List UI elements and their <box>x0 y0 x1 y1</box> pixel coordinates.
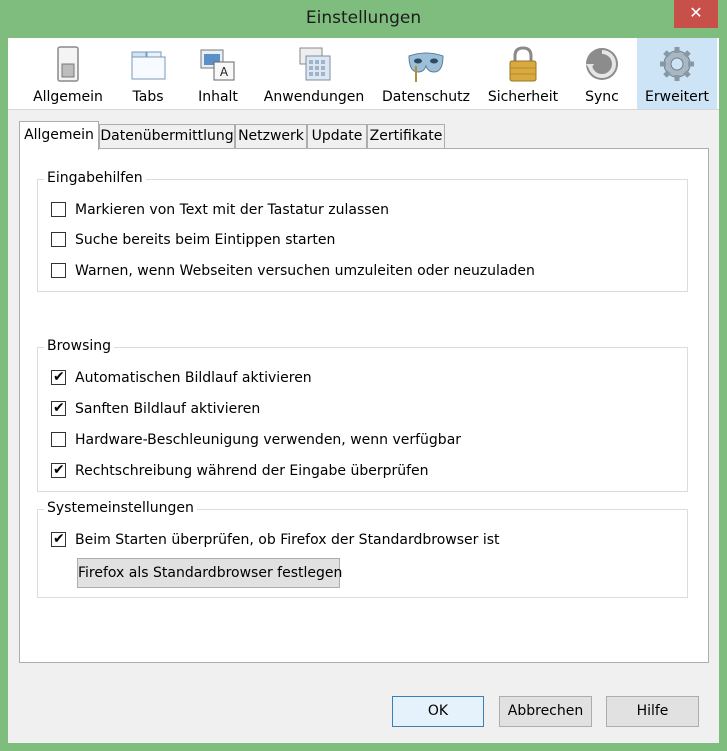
group-caption: Eingabehilfen <box>44 170 146 186</box>
checkbox-box[interactable] <box>51 202 66 217</box>
check-mark: ✔ <box>53 400 65 416</box>
gear-icon <box>660 47 694 81</box>
checkbox-label: Beim Starten überprüfen, ob Firefox der … <box>75 532 500 548</box>
checkbox-label: Sanften Bildlauf aktivieren <box>75 401 261 417</box>
toolbar-label: Tabs <box>132 89 164 105</box>
checkbox-box[interactable] <box>51 232 66 247</box>
close-button[interactable]: ✕ <box>674 0 718 28</box>
checkbox-label: Suche bereits beim Eintippen starten <box>75 232 336 248</box>
sync-icon <box>586 48 618 80</box>
toolbar-item-applications[interactable]: Anwendungen <box>258 38 370 109</box>
tab-network[interactable]: Netzwerk <box>235 124 307 149</box>
checkbox-box[interactable]: ✔ <box>51 400 66 416</box>
toolbar-item-privacy[interactable]: Datenschutz <box>378 38 474 109</box>
checkbox-box[interactable] <box>51 432 66 447</box>
checkbox-label: Markieren von Text mit der Tastatur zula… <box>75 202 390 218</box>
check-mark: ✔ <box>53 531 65 547</box>
group-system-defaults: Systemeinstellungen ✔ Beim Starten überp… <box>37 500 688 598</box>
toolbar-label: Allgemein <box>33 89 103 105</box>
help-button[interactable]: Hilfe <box>606 696 699 727</box>
checkbox-label: Hardware-Beschleunigung verwenden, wenn … <box>75 432 462 448</box>
toolbar-label: Inhalt <box>198 89 238 105</box>
checkbox-label: Warnen, wenn Webseiten versuchen umzulei… <box>75 263 535 279</box>
mask-icon <box>408 52 444 82</box>
window-title: Einstellungen <box>305 8 422 28</box>
tab-certificates[interactable]: Zertifikate <box>367 124 445 149</box>
checkbox-box[interactable]: ✔ <box>51 369 66 385</box>
title-bar[interactable]: Einstellungen ✕ <box>0 0 727 38</box>
dialog-client-area: Allgemein Tabs A Inhalt Anwendungen Date… <box>8 38 719 743</box>
toolbar-label: Anwendungen <box>263 89 365 105</box>
toolbar-label: Datenschutz <box>382 89 470 105</box>
toolbar-item-advanced[interactable]: Erweitert <box>637 38 717 109</box>
switch-icon <box>57 46 79 82</box>
content-icon: A <box>200 49 235 81</box>
group-accessibility: Eingabehilfen Markieren von Text mit der… <box>37 170 688 292</box>
preferences-window: Einstellungen ✕ Allgemein Tabs A Inhalt … <box>0 0 727 751</box>
tab-data-choices[interactable]: Datenübermittlung <box>99 124 235 149</box>
group-browsing: Browsing ✔ Automatischen Bildlauf aktivi… <box>37 338 688 492</box>
checkbox-box[interactable]: ✔ <box>51 462 66 478</box>
toolbar-label: Sync <box>585 89 619 105</box>
cancel-button[interactable]: Abbrechen <box>499 696 592 727</box>
svg-text:A: A <box>220 65 229 79</box>
check-mark: ✔ <box>53 369 65 385</box>
toolbar-item-content[interactable]: A Inhalt <box>188 38 248 109</box>
toolbar-item-security[interactable]: Sicherheit <box>478 38 568 109</box>
checkbox-box[interactable] <box>51 263 66 278</box>
group-caption: Browsing <box>44 338 115 354</box>
tab-general[interactable]: Allgemein <box>19 121 99 150</box>
check-mark: ✔ <box>53 462 65 478</box>
checkbox-label: Automatischen Bildlauf aktivieren <box>75 370 312 386</box>
tab-panel-general: Eingabehilfen Markieren von Text mit der… <box>19 148 709 663</box>
toolbar-item-general[interactable]: Allgemein <box>20 38 116 109</box>
padlock-icon <box>509 46 537 82</box>
tab-update[interactable]: Update <box>307 124 367 149</box>
category-toolbar: Allgemein Tabs A Inhalt Anwendungen Date… <box>8 38 719 110</box>
toolbar-label: Sicherheit <box>487 89 559 105</box>
toolbar-label: Erweitert <box>645 89 709 105</box>
set-default-browser-button[interactable]: Firefox als Standardbrowser festlegen <box>77 558 342 588</box>
group-caption: Systemeinstellungen <box>44 500 197 516</box>
tabs-icon <box>131 51 166 80</box>
toolbar-item-tabs[interactable]: Tabs <box>116 38 180 109</box>
ok-button[interactable]: OK <box>392 696 484 727</box>
checkbox-box[interactable]: ✔ <box>51 531 66 547</box>
applications-icon <box>299 47 331 81</box>
checkbox-label: Rechtschreibung während der Eingabe über… <box>75 463 429 479</box>
toolbar-item-sync[interactable]: Sync <box>574 38 630 109</box>
